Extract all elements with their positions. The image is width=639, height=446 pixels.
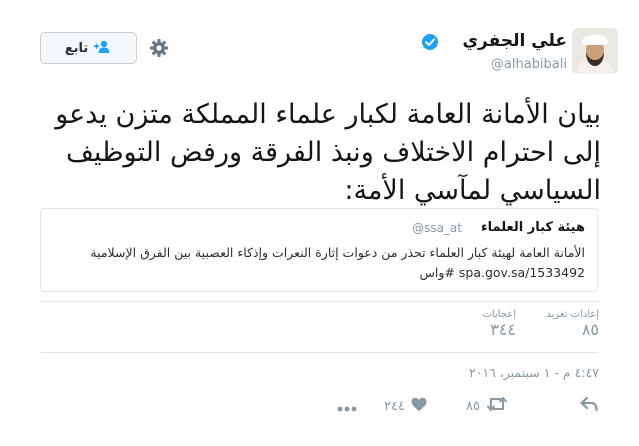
likes-count: ٣٤٤ (490, 320, 516, 339)
follow-button[interactable]: تابع (40, 32, 137, 64)
more-button[interactable] (337, 396, 357, 416)
username[interactable]: @alhabibali (491, 57, 567, 72)
divider (40, 301, 598, 302)
quoted-username: @ssa_at (412, 221, 462, 235)
reply-button[interactable] (580, 396, 598, 416)
quoted-hashtag[interactable]: #واس (420, 265, 455, 280)
retweet-button[interactable]: ٨٥ (466, 396, 508, 416)
quoted-tweet-text: الأمانة العامة لهيئة كبار العلماء تحذر م… (55, 243, 585, 283)
timestamp[interactable]: ٤:٤٧ م - ١ سبتمبر، ٢٠١٦ (469, 365, 599, 380)
quoted-text: الأمانة العامة لهيئة كبار العلماء تحذر م… (90, 245, 585, 260)
retweets-count: ٨٥ (581, 320, 599, 339)
like-count: ٢٤٤ (384, 398, 405, 414)
tweet-text: بيان الأمانة العامة لكبار علماء المملكة … (55, 99, 601, 206)
divider (40, 352, 598, 353)
heart-icon (411, 397, 427, 416)
follow-button-label: تابع (64, 40, 89, 56)
reply-icon (580, 396, 598, 416)
retweet-icon (486, 396, 508, 416)
avatar[interactable] (572, 28, 618, 74)
more-icon (337, 397, 357, 416)
retweets-label: إعادات تغريد (546, 309, 599, 320)
quoted-link[interactable]: spa.gov.sa/1533492 (459, 265, 585, 280)
likes-label: إعجابات (482, 309, 517, 320)
quoted-display-name: هيئة كبار العلماء (480, 220, 585, 235)
likes-stat[interactable]: إعجابات ٣٤٤ (483, 309, 517, 339)
retweet-count: ٨٥ (466, 398, 480, 414)
like-button[interactable]: ٢٤٤ (384, 396, 427, 416)
retweets-stat[interactable]: إعادات تغريد ٨٥ (546, 309, 599, 339)
gear-icon[interactable] (149, 38, 169, 58)
quoted-tweet-card[interactable]: هيئة كبار العلماء @ssa_at الأمانة العامة… (40, 208, 598, 292)
verified-badge-icon (421, 33, 439, 51)
display-name[interactable]: علي الجفري (462, 31, 567, 51)
add-user-icon (94, 39, 112, 58)
stats-separator (431, 336, 432, 337)
